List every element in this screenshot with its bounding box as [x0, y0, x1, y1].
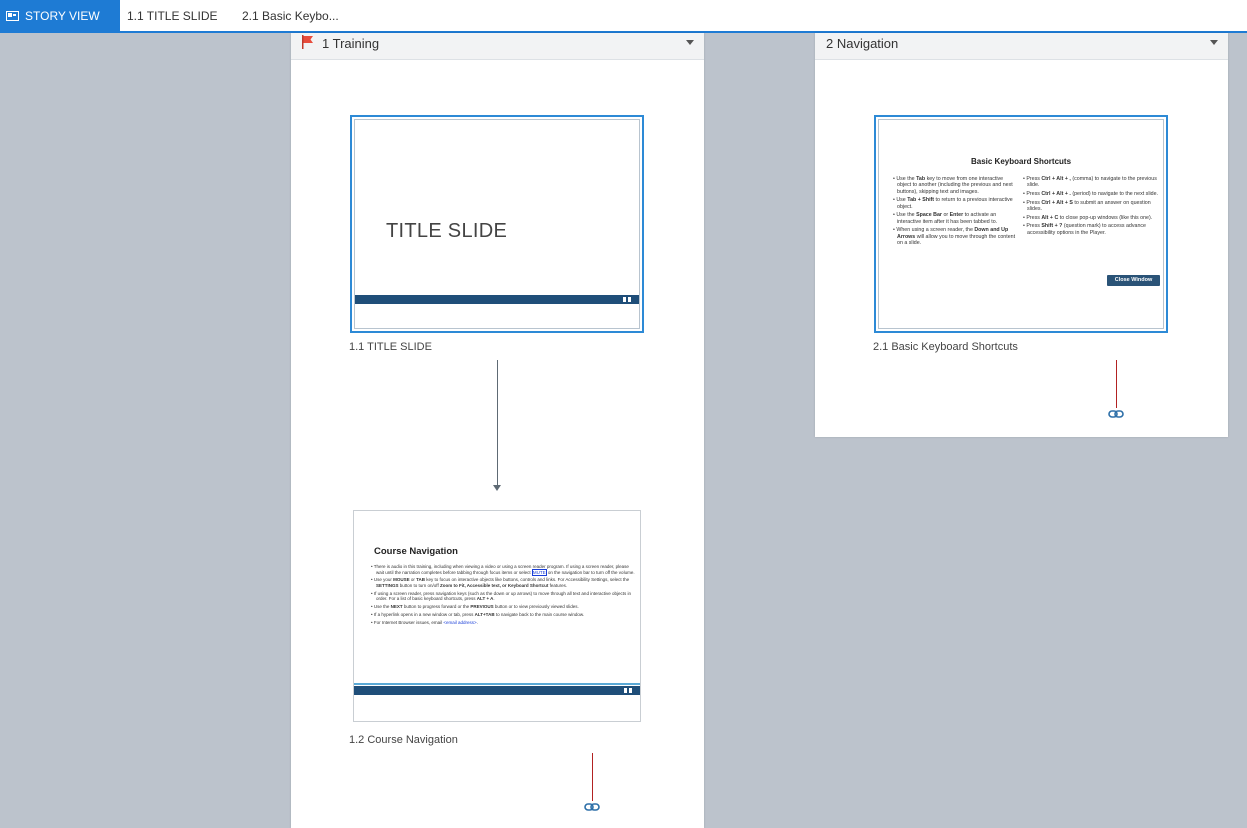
slide-footer-bar	[354, 686, 640, 695]
slide-label: 2.1 Basic Keyboard Shortcuts	[873, 341, 1018, 353]
slide-thumbnail-basic-keyboard-shortcuts[interactable]: Basic Keyboard Shortcuts • Use the Tab k…	[874, 115, 1168, 333]
scene-navigation: 2 Navigation Basic Keyboard Shortcuts • …	[815, 33, 1228, 437]
slide-body: • There is audio in this training, inclu…	[368, 564, 638, 627]
tab-label: STORY VIEW	[25, 9, 100, 23]
slide-canvas: TITLE SLIDE	[354, 119, 640, 329]
slide-heading: TITLE SLIDE	[386, 220, 508, 242]
flow-connector	[497, 360, 498, 486]
tab-story-view[interactable]: STORY VIEW	[0, 0, 120, 31]
bullet: • Use your MOUSE or TAB key to focus on …	[371, 577, 630, 588]
slide-accent-line	[354, 683, 640, 685]
tab-label: 1.1 TITLE SLIDE	[127, 9, 218, 23]
scene-header[interactable]: 1 Training	[291, 33, 704, 60]
tab-title-slide[interactable]: 1.1 TITLE SLIDE	[121, 0, 224, 31]
slide-heading: Basic Keyboard Shortcuts	[970, 157, 1072, 166]
tab-bar: STORY VIEW 1.1 TITLE SLIDE 2.1 Basic Key…	[0, 0, 1247, 33]
tab-label: 2.1 Basic Keybo...	[242, 9, 339, 23]
logo-icon	[623, 297, 631, 302]
bullet: • If using a screen reader, press naviga…	[371, 590, 631, 602]
bullet: • Use the NEXT button to progress forwar…	[371, 604, 579, 610]
slide-label: 1.1 TITLE SLIDE	[349, 341, 432, 353]
arrow-down-icon	[493, 485, 501, 491]
flag-icon	[302, 35, 313, 49]
chevron-down-icon[interactable]	[686, 40, 694, 45]
slide-footer-bar	[355, 295, 639, 304]
chevron-down-icon[interactable]	[1210, 40, 1218, 45]
link-connector	[1116, 360, 1117, 408]
shortcut-column-right: • Press Ctrl + Alt + , (comma) to naviga…	[1023, 176, 1159, 236]
shortcut-column-left: • Use the Tab key to move from one inter…	[893, 176, 1016, 247]
close-window-button: Close Window	[1107, 275, 1160, 286]
scene-title: 1 Training	[322, 36, 380, 51]
slide-canvas: Course Navigation • There is audio in th…	[354, 511, 640, 721]
slide-thumbnail-course-navigation[interactable]: Course Navigation • There is audio in th…	[353, 510, 641, 722]
scene-title: 2 Navigation	[826, 36, 899, 51]
slide-canvas: Basic Keyboard Shortcuts • Use the Tab k…	[878, 119, 1164, 329]
bullet: • There is audio in this training, inclu…	[371, 564, 635, 576]
bullet: • For Internet Browser issues, email <em…	[371, 619, 478, 625]
slide-label: 1.2 Course Navigation	[349, 734, 458, 746]
link-connector	[592, 753, 593, 801]
scene-training: 1 Training TITLE SLIDE 1.1 TITLE SLIDE C…	[291, 33, 704, 828]
tab-basic-keyboard[interactable]: 2.1 Basic Keybo...	[236, 0, 345, 31]
logo-icon	[624, 688, 632, 693]
bullet: • If a hyperlink opens in a new window o…	[371, 611, 585, 617]
story-view-icon	[6, 11, 19, 21]
link-icon[interactable]	[584, 803, 600, 811]
slide-heading: Course Navigation	[374, 546, 458, 557]
link-icon[interactable]	[1108, 410, 1124, 418]
scene-header[interactable]: 2 Navigation	[815, 33, 1228, 60]
slide-thumbnail-title-slide[interactable]: TITLE SLIDE	[350, 115, 644, 333]
